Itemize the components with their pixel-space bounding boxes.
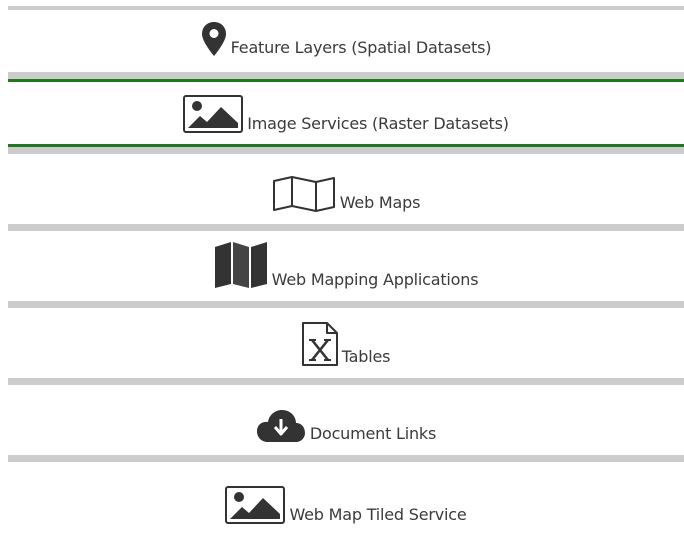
menu-item-image-services[interactable]: Image Services (Raster Datasets) xyxy=(8,79,684,147)
menu-item-label: Web Maps xyxy=(339,193,421,212)
menu-item-tables[interactable]: Tables xyxy=(8,308,684,378)
menu-item-web-maps[interactable]: Web Maps xyxy=(8,154,684,224)
menu-item-label: Document Links xyxy=(309,424,437,443)
menu-item-label: Image Services (Raster Datasets) xyxy=(247,114,509,133)
separator xyxy=(8,455,684,462)
menu-item-label: Feature Layers (Spatial Datasets) xyxy=(230,38,492,57)
excel-file-icon xyxy=(301,322,338,366)
separator xyxy=(8,72,684,79)
menu-item-web-map-tiled-service[interactable]: Web Map Tiled Service xyxy=(8,462,684,532)
separator xyxy=(8,224,684,231)
image-icon xyxy=(183,95,244,133)
folded-map-outline-icon xyxy=(272,176,335,212)
menu-item-feature-layers[interactable]: Feature Layers (Spatial Datasets) xyxy=(8,10,684,72)
menu-item-label: Web Mapping Applications xyxy=(271,270,479,289)
separator xyxy=(8,301,684,308)
separator xyxy=(8,378,684,385)
separator xyxy=(8,147,684,154)
map-pin-icon xyxy=(201,22,226,56)
folded-map-filled-icon xyxy=(214,242,267,288)
menu-item-label: Web Map Tiled Service xyxy=(289,505,467,524)
menu-item-web-mapping-applications[interactable]: Web Mapping Applications xyxy=(8,231,684,301)
menu-item-label: Tables xyxy=(341,347,391,366)
cloud-download-icon xyxy=(256,410,305,442)
dataset-type-menu: Feature Layers (Spatial Datasets) Image … xyxy=(8,6,684,538)
image-icon xyxy=(225,486,286,524)
menu-item-document-links[interactable]: Document Links xyxy=(8,385,684,455)
